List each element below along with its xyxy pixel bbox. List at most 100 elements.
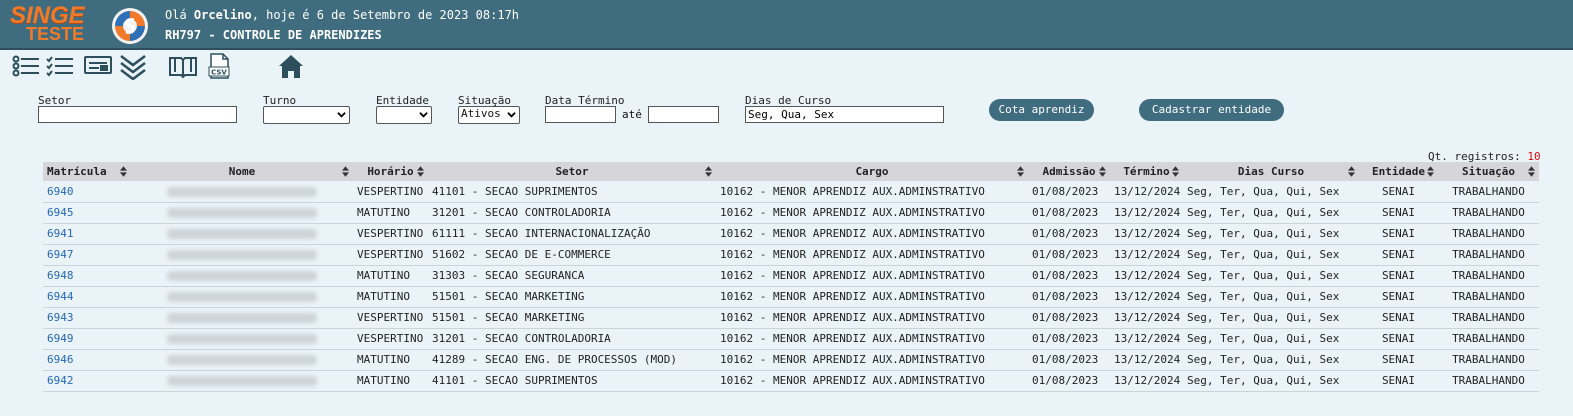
entidade-select[interactable] bbox=[376, 106, 432, 124]
manual-icon[interactable] bbox=[167, 52, 199, 80]
data-termino-from-input[interactable] bbox=[545, 106, 616, 123]
sort-icon[interactable] bbox=[705, 166, 712, 177]
cadastrar-entidade-button[interactable]: Cadastrar entidade bbox=[1139, 99, 1284, 121]
col-cargo-cell: 10162 - MENOR APRENDIZ AUX.ADMINSTRATIVO bbox=[716, 265, 1028, 287]
col-matricula-cell[interactable]: 6949 bbox=[43, 328, 131, 350]
col-situacao-cell: TRABALHANDO bbox=[1438, 244, 1539, 266]
col-admissao-cell: 01/08/2023 bbox=[1028, 286, 1110, 308]
col-setor-header[interactable]: Setor bbox=[428, 162, 716, 181]
table-header-row: Matrícula Nome Horário Setor Cargo Admissão Té… bbox=[43, 162, 1539, 181]
col-matricula-cell[interactable]: 6942 bbox=[43, 370, 131, 392]
col-admissao-header[interactable]: Admissão bbox=[1028, 162, 1110, 181]
sort-icon[interactable] bbox=[1528, 166, 1535, 177]
col-matricula-cell[interactable]: 6948 bbox=[43, 265, 131, 287]
col-situacao-cell: TRABALHANDO bbox=[1438, 286, 1539, 308]
col-entidade-cell: SENAI bbox=[1359, 265, 1438, 287]
sort-icon[interactable] bbox=[417, 166, 424, 177]
table-row[interactable]: 6943 VESPERTINO 51501 - SECAO MARKETING 101… bbox=[43, 307, 1539, 329]
filter-bar: Setor Turno Entidade Situação Ativos Dat… bbox=[0, 92, 1573, 132]
checklist-icon[interactable] bbox=[44, 52, 76, 80]
col-admissao-header-label: Admissão bbox=[1042, 165, 1096, 178]
col-termino-header-label: Término bbox=[1123, 165, 1170, 178]
col-nome-cell bbox=[131, 265, 353, 287]
table-row[interactable]: 6947 VESPERTINO 51602 - SECAO DE E-COMMERC… bbox=[43, 244, 1539, 266]
chevron-down-icon bbox=[337, 112, 346, 118]
col-nome-cell bbox=[131, 328, 353, 350]
col-nome-cell bbox=[131, 286, 353, 308]
app-header: SINGE TESTE Olá Orcelino, hoje é 6 de Se… bbox=[0, 0, 1573, 48]
home-icon[interactable] bbox=[275, 52, 307, 80]
sort-icon[interactable] bbox=[1099, 166, 1106, 177]
table-row[interactable]: 6940 VESPERTINO 41101 - SECAO SUPRIMENTOS 1… bbox=[43, 181, 1539, 203]
table-row[interactable]: 6942 MATUTINO 41101 - SECAO SUPRIMENTOS 101… bbox=[43, 370, 1539, 392]
list-icon[interactable] bbox=[10, 52, 42, 80]
table-row[interactable]: 6946 MATUTINO 41289 - SECAO ENG. DE PROCES… bbox=[43, 349, 1539, 371]
sort-icon[interactable] bbox=[1017, 166, 1024, 177]
sort-icon[interactable] bbox=[1172, 166, 1179, 177]
col-setor-cell: 31201 - SECAO CONTROLADORIA bbox=[428, 202, 716, 224]
col-entidade-header[interactable]: Entidade bbox=[1359, 162, 1438, 181]
col-matricula-cell[interactable]: 6947 bbox=[43, 244, 131, 266]
setor-input[interactable] bbox=[38, 106, 237, 123]
col-horario-cell: MATUTINO bbox=[353, 286, 428, 308]
col-matricula-cell[interactable]: 6946 bbox=[43, 349, 131, 371]
cota-aprendiz-button[interactable]: Cota aprendiz bbox=[989, 99, 1094, 121]
page-title: RH797 - CONTROLE DE APRENDIZES bbox=[165, 28, 382, 42]
logo-badge-icon bbox=[112, 8, 148, 44]
col-termino-cell: 13/12/2024 bbox=[1110, 181, 1183, 203]
table-row[interactable]: 6945 MATUTINO 31201 - SECAO CONTROLADORIA 1… bbox=[43, 202, 1539, 224]
col-horario-cell: VESPERTINO bbox=[353, 307, 428, 329]
col-dias-curso-header-label: Dias Curso bbox=[1237, 165, 1305, 178]
col-matricula-header-label: Matrícula bbox=[47, 165, 107, 178]
col-setor-cell: 41101 - SECAO SUPRIMENTOS bbox=[428, 181, 716, 203]
table-row[interactable]: 6948 MATUTINO 31303 - SECAO SEGURANCA 10162… bbox=[43, 265, 1539, 287]
col-matricula-cell[interactable]: 6945 bbox=[43, 202, 131, 224]
sort-icon[interactable] bbox=[342, 166, 349, 177]
col-nome-cell bbox=[131, 370, 353, 392]
col-horario-cell: MATUTINO bbox=[353, 349, 428, 371]
col-horario-header[interactable]: Horário bbox=[353, 162, 428, 181]
col-situacao-header[interactable]: Situação bbox=[1438, 162, 1539, 181]
sort-icon[interactable] bbox=[120, 166, 127, 177]
col-entidade-cell: SENAI bbox=[1359, 349, 1438, 371]
col-horario-cell: VESPERTINO bbox=[353, 244, 428, 266]
col-setor-cell: 51602 - SECAO DE E-COMMERCE bbox=[428, 244, 716, 266]
greeting-prefix: Olá bbox=[165, 8, 194, 22]
col-nome-header[interactable]: Nome bbox=[131, 162, 353, 181]
col-matricula-cell[interactable]: 6940 bbox=[43, 181, 131, 203]
col-cargo-header[interactable]: Cargo bbox=[716, 162, 1028, 181]
col-matricula-cell[interactable]: 6944 bbox=[43, 286, 131, 308]
csv-label: CSV bbox=[211, 69, 227, 77]
situacao-select[interactable]: Ativos bbox=[458, 106, 520, 124]
redacted-name bbox=[167, 271, 317, 281]
collapse-icon[interactable] bbox=[117, 52, 149, 81]
col-cargo-header-label: Cargo bbox=[855, 165, 889, 178]
chevron-down-icon bbox=[419, 112, 428, 118]
table-row[interactable]: 6949 VESPERTINO 31201 - SECAO CONTROLADORI… bbox=[43, 328, 1539, 350]
col-matricula-header[interactable]: Matrícula bbox=[43, 162, 131, 181]
table-row[interactable]: 6944 MATUTINO 51501 - SECAO MARKETING 10162… bbox=[43, 286, 1539, 308]
turno-select[interactable] bbox=[263, 106, 350, 124]
sort-icon[interactable] bbox=[1348, 166, 1355, 177]
greeting-text: Olá Orcelino, hoje é 6 de Setembro de 20… bbox=[165, 8, 519, 22]
col-situacao-cell: TRABALHANDO bbox=[1438, 265, 1539, 287]
col-termino-header[interactable]: Término bbox=[1110, 162, 1183, 181]
col-matricula-cell[interactable]: 6943 bbox=[43, 307, 131, 329]
csv-export-icon[interactable]: CSV bbox=[203, 52, 235, 80]
col-horario-cell: MATUTINO bbox=[353, 202, 428, 224]
col-termino-cell: 13/12/2024 bbox=[1110, 328, 1183, 350]
dias-curso-input[interactable] bbox=[745, 106, 944, 123]
form-icon[interactable] bbox=[82, 52, 114, 80]
col-cargo-cell: 10162 - MENOR APRENDIZ AUX.ADMINSTRATIVO bbox=[716, 286, 1028, 308]
sort-icon[interactable] bbox=[1427, 166, 1434, 177]
col-dias-curso-cell: Seg, Ter, Qua, Qui, Sex bbox=[1183, 370, 1359, 392]
col-dias-curso-header[interactable]: Dias Curso bbox=[1183, 162, 1359, 181]
col-admissao-cell: 01/08/2023 bbox=[1028, 223, 1110, 245]
col-matricula-cell[interactable]: 6941 bbox=[43, 223, 131, 245]
col-admissao-cell: 01/08/2023 bbox=[1028, 181, 1110, 203]
col-entidade-cell: SENAI bbox=[1359, 202, 1438, 224]
data-termino-to-input[interactable] bbox=[648, 106, 719, 123]
col-admissao-cell: 01/08/2023 bbox=[1028, 202, 1110, 224]
redacted-name bbox=[167, 292, 317, 302]
table-row[interactable]: 6941 VESPERTINO 61111 - SECAO INTERNACIONA… bbox=[43, 223, 1539, 245]
